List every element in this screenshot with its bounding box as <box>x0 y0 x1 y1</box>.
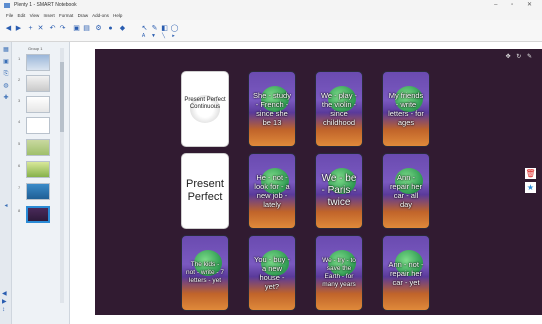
card-text: He - not - look for - a new job - lately <box>254 173 290 209</box>
card-sentence[interactable]: We - try - to save the Earth - for many … <box>315 235 363 311</box>
window-title: Plenty 1 - SMART Notebook <box>14 2 77 8</box>
star-icon[interactable]: ★ <box>525 182 536 193</box>
next-page-icon[interactable]: ▶ <box>2 298 7 306</box>
line-icon[interactable]: ╲ <box>160 33 167 40</box>
page-number: 5 <box>18 141 21 146</box>
card-text: The kids - not - write - 7 letters - yet <box>186 261 224 284</box>
card-text: We - try - to save the Earth - for many … <box>322 257 356 288</box>
card-text: Present Perfect <box>186 178 224 203</box>
menu-insert[interactable]: Insert <box>44 13 55 18</box>
group-label: Group 1 <box>28 46 43 51</box>
menu-bar: File Edit View Insert Format Draw Add-on… <box>0 11 542 20</box>
card-text: She - study - French - since she be 13 <box>253 91 291 127</box>
window-controls[interactable]: ‒ ▫ ✕ <box>494 0 538 11</box>
tool-icon-5[interactable]: ◆ <box>118 24 127 33</box>
menu-draw[interactable]: Draw <box>78 13 89 18</box>
title-bar: Plenty 1 - SMART Notebook ‒ ▫ ✕ <box>0 0 542 11</box>
page-thumbnail-3[interactable] <box>26 96 50 113</box>
undo-icon[interactable]: ↶ <box>48 24 57 33</box>
page-thumbnail-7[interactable] <box>26 183 50 200</box>
page-number: 7 <box>18 185 21 190</box>
tool-icon-4[interactable]: ● <box>106 24 115 33</box>
card-text: We - play - the violin - since childhood <box>320 91 358 127</box>
canvas-tools: ✥ ↻ ✎ <box>506 53 534 60</box>
page-nav-arrows: ◀ ▶ ↕ <box>2 290 7 314</box>
shapes-icon[interactable]: ◯ <box>170 24 179 33</box>
card-text: Ann - repair her car - all day <box>389 173 423 209</box>
page-thumbnail-6[interactable] <box>26 161 50 178</box>
page-number: 6 <box>18 163 21 168</box>
pen-icon[interactable]: ✎ <box>150 24 159 33</box>
toolbar: ◀ ▶ + ✕ ↶ ↷ ▣ ▤ ⚙ ● ◆ ↖ ✎ ◧ ◯ A ▼ ╲ ▸ <box>0 20 542 42</box>
menu-edit[interactable]: Edit <box>18 13 26 18</box>
add-page-icon[interactable]: + <box>26 24 35 33</box>
select-icon[interactable]: ↖ <box>140 24 149 33</box>
sidebar-scroll-thumb[interactable] <box>60 62 64 132</box>
tool-icon-2[interactable]: ▤ <box>82 24 91 33</box>
properties-icon[interactable]: ◍ <box>2 82 10 90</box>
back-icon[interactable]: ◀ <box>4 24 13 33</box>
text-icon[interactable]: A <box>140 33 147 40</box>
fullscreen-icon[interactable]: ✥ <box>506 54 513 60</box>
page-thumbnail-5[interactable] <box>26 139 50 156</box>
card-sentence[interactable]: We - be - Paris - twice <box>315 153 363 229</box>
sidebar-tabs: ▦ ▣ ⎘ ◍ ✚ ◂ <box>0 42 12 324</box>
tool-icon-3[interactable]: ⚙ <box>94 24 103 33</box>
card-sentence[interactable]: Ann - repair her car - all day <box>382 153 430 229</box>
menu-file[interactable]: File <box>6 13 13 18</box>
page-thumbnail-4[interactable] <box>26 117 50 134</box>
app-icon <box>4 3 10 8</box>
card-sentence[interactable]: Ann - not - repair her car - yet <box>382 235 430 311</box>
menu-addons[interactable]: Add-ons <box>92 13 109 18</box>
rotate-icon[interactable]: ↻ <box>516 54 523 60</box>
page-thumbnail-8-selected[interactable] <box>26 206 50 223</box>
prev-page-icon[interactable]: ◀ <box>2 290 7 298</box>
card-sentence[interactable]: She - study - French - since she be 13 <box>248 71 296 147</box>
page-sorter-icon[interactable]: ▦ <box>2 46 10 54</box>
card-sentence[interactable]: You - buy - a new house - yet? <box>248 235 296 311</box>
card-sentence[interactable]: The kids - not - write - 7 letters - yet <box>181 235 229 311</box>
page-number: 2 <box>18 77 21 82</box>
more-icon[interactable]: ▸ <box>170 33 177 40</box>
delete-page-icon[interactable]: ✕ <box>36 24 45 33</box>
addons-icon[interactable]: ✚ <box>2 94 10 102</box>
sidebar-collapse-icon[interactable]: ◂ <box>2 202 10 210</box>
forward-icon[interactable]: ▶ <box>14 24 23 33</box>
edit-icon[interactable]: ✎ <box>527 54 534 60</box>
card-sentence[interactable]: My friends - write letters - for ages <box>382 71 430 147</box>
fill-icon[interactable]: ▼ <box>150 33 157 40</box>
card-text: You - buy - a new house - yet? <box>254 255 290 291</box>
redo-icon[interactable]: ↷ <box>58 24 67 33</box>
card-sentence[interactable]: He - not - look for - a new job - lately <box>248 153 296 229</box>
card-present-perfect-continuous[interactable]: Present Perfect Continuous <box>181 71 229 147</box>
gallery-icon[interactable]: ▣ <box>2 58 10 66</box>
card-sentence[interactable]: We - play - the violin - since childhood <box>315 71 363 147</box>
card-text: We - be - Paris - twice <box>321 173 357 208</box>
page-number: 3 <box>18 98 21 103</box>
page-number: 4 <box>18 119 21 124</box>
page-thumbnail-2[interactable] <box>26 75 50 92</box>
menu-help[interactable]: Help <box>113 13 122 18</box>
card-text: Ann - not - repair her car - yet <box>388 259 424 287</box>
trash-icon[interactable]: 🗑 <box>525 168 536 179</box>
menu-view[interactable]: View <box>30 13 40 18</box>
page-sorter: ▦ ▣ ⎘ ◍ ✚ ◂ Group 1 1 2 3 4 5 6 7 8 <box>0 42 70 324</box>
page-number: 8 <box>18 208 21 213</box>
card-text: Present Perfect Continuous <box>184 97 226 110</box>
page-number: 1 <box>18 56 21 61</box>
whiteboard-canvas[interactable]: ✥ ↻ ✎ Present Perfect Continuous She - s… <box>95 49 542 315</box>
card-text: My friends - write letters - for ages <box>388 91 424 127</box>
attachments-icon[interactable]: ⎘ <box>2 70 10 78</box>
page-thumbnail-1[interactable] <box>26 54 50 71</box>
menu-format[interactable]: Format <box>59 13 73 18</box>
page-nav-extra-icon[interactable]: ↕ <box>2 306 7 314</box>
card-present-perfect[interactable]: Present Perfect <box>181 153 229 229</box>
tool-icon-1[interactable]: ▣ <box>72 24 81 33</box>
eraser-icon[interactable]: ◧ <box>160 24 169 33</box>
